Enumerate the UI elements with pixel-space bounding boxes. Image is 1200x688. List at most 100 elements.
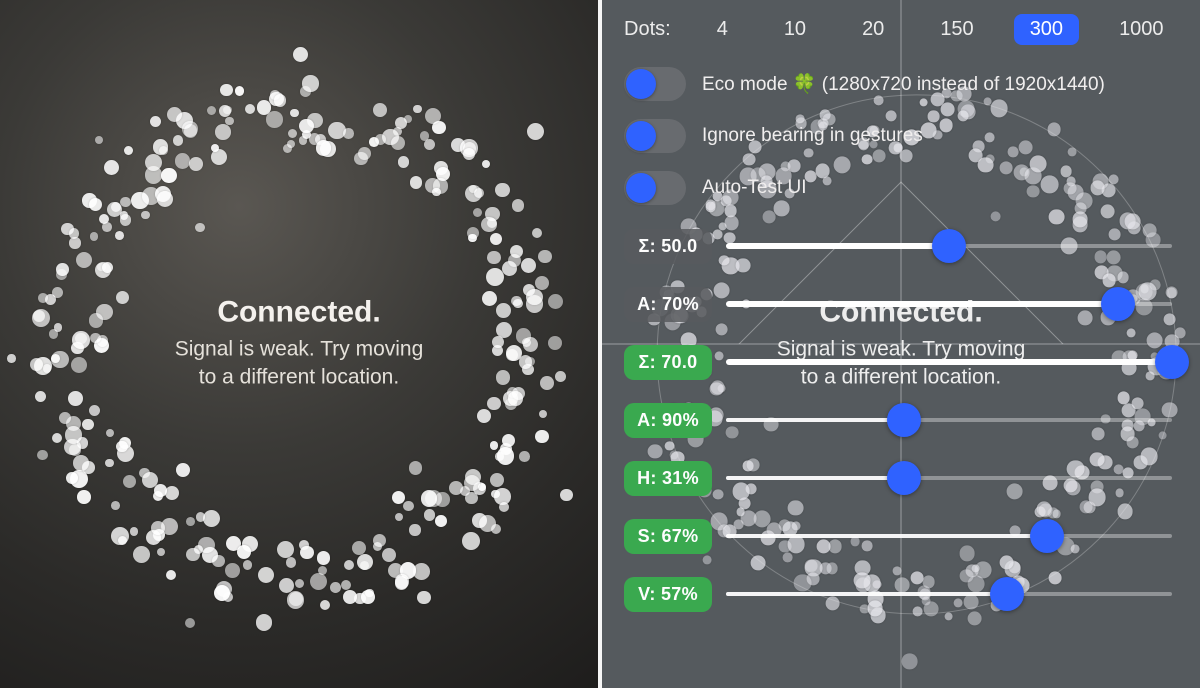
ring-dot: [287, 591, 305, 609]
dots-option[interactable]: 4: [701, 14, 744, 45]
ring-dot: [478, 483, 486, 491]
slider-thumb[interactable]: [1101, 287, 1135, 321]
ring-dot: [560, 489, 573, 502]
switch-auto-test[interactable]: [624, 171, 686, 205]
ring-dot: [508, 391, 523, 406]
ring-dot: [38, 293, 48, 303]
ring-dot: [523, 337, 538, 352]
ring-dot: [433, 178, 449, 194]
dots-option[interactable]: 10: [768, 14, 822, 45]
ring-dot: [526, 289, 543, 306]
slider-track[interactable]: [726, 476, 1172, 480]
slider-list: Σ: 50.0A: 70%Σ: 70.0A: 90%H: 31%S: 67%V:…: [624, 225, 1172, 615]
ring-dot: [235, 86, 244, 95]
ring-dot: [7, 354, 15, 362]
slider-track[interactable]: [726, 418, 1172, 422]
ring-dot: [194, 545, 203, 554]
ring-dot: [66, 472, 78, 484]
ring-dot: [435, 492, 450, 507]
ring-dot: [300, 86, 311, 97]
ring-dot: [532, 228, 542, 238]
ring-dot: [107, 202, 122, 217]
slider-fill: [726, 359, 1172, 365]
ring-dot: [51, 354, 60, 363]
switch-eco-mode[interactable]: [624, 67, 686, 101]
root-split: Connected. Signal is weak. Try moving to…: [0, 0, 1200, 688]
ring-dot: [75, 333, 86, 344]
ring-dot: [165, 486, 179, 500]
ring-dot: [77, 437, 88, 448]
switch-ignore-bearing[interactable]: [624, 119, 686, 153]
ring-dot: [226, 536, 241, 551]
ring-dot: [64, 439, 81, 456]
dots-option[interactable]: 20: [846, 14, 900, 45]
ring-dot: [111, 202, 121, 212]
ring-dot: [410, 176, 422, 188]
ring-dot: [69, 237, 80, 248]
ring-dot: [189, 157, 203, 171]
slider-track[interactable]: [726, 592, 1172, 596]
ring-dot: [299, 119, 313, 133]
slider-thumb[interactable]: [887, 461, 921, 495]
ring-dot: [166, 570, 176, 580]
dots-option-selected[interactable]: 300: [1014, 14, 1079, 45]
ring-dot: [492, 336, 504, 348]
ring-dot: [525, 357, 535, 367]
ring-dot: [395, 117, 407, 129]
ring-dot: [90, 333, 100, 343]
ring-dot: [283, 144, 292, 153]
slider-track[interactable]: [726, 534, 1172, 538]
slider-track[interactable]: [726, 244, 1172, 248]
ring-dot: [203, 510, 221, 528]
ring-dot: [417, 591, 431, 605]
ring-dot: [496, 322, 512, 338]
slider-track[interactable]: [726, 360, 1172, 364]
ring-dot: [510, 245, 524, 259]
slider-track[interactable]: [726, 302, 1172, 306]
slider-thumb[interactable]: [932, 229, 966, 263]
ring-dot: [330, 582, 341, 593]
ring-dot: [472, 513, 487, 528]
ring-dot: [52, 287, 63, 298]
ring-dot: [82, 461, 94, 473]
ring-dot: [69, 444, 81, 456]
slider-thumb[interactable]: [1030, 519, 1064, 553]
ring-dot: [95, 262, 111, 278]
ring-dot: [211, 149, 227, 165]
dots-option[interactable]: 150: [924, 14, 989, 45]
ring-dot: [503, 391, 518, 406]
slider-thumb[interactable]: [887, 403, 921, 437]
ring-dot: [120, 214, 131, 225]
ring-dot: [425, 108, 441, 124]
ring-dot: [141, 211, 150, 220]
toggle-eco-mode: Eco mode 🍀 (1280x720 instead of 1920x144…: [624, 67, 1172, 101]
dots-option[interactable]: 1000: [1103, 14, 1180, 45]
ring-dot: [37, 450, 47, 460]
ring-dot: [465, 185, 482, 202]
status-title: Connected.: [0, 296, 598, 330]
ring-dot: [382, 548, 396, 562]
slider-thumb[interactable]: [990, 577, 1024, 611]
slider-thumb[interactable]: [1155, 345, 1189, 379]
ring-dot: [32, 309, 50, 327]
ring-dot: [182, 121, 198, 137]
ring-dot: [424, 139, 435, 150]
ring-dot: [519, 451, 530, 462]
ring-dot: [421, 490, 438, 507]
ring-dot: [495, 183, 509, 197]
ring-dot: [491, 524, 501, 534]
ring-dot: [425, 178, 440, 193]
ring-dot: [274, 94, 287, 107]
ring-dot: [425, 490, 442, 507]
ring-dot: [133, 546, 150, 563]
ring-dot: [398, 156, 410, 168]
slider-row: V: 57%: [624, 573, 1172, 615]
ring-dot: [432, 188, 440, 196]
connection-status: Connected. Signal is weak. Try moving to…: [0, 296, 598, 393]
ring-dot: [354, 593, 366, 605]
ring-dot: [315, 134, 326, 145]
toggle-list: Eco mode 🍀 (1280x720 instead of 1920x144…: [624, 67, 1172, 205]
ring-dot: [320, 600, 330, 610]
ring-dot: [72, 331, 90, 349]
ring-dot: [512, 387, 525, 400]
